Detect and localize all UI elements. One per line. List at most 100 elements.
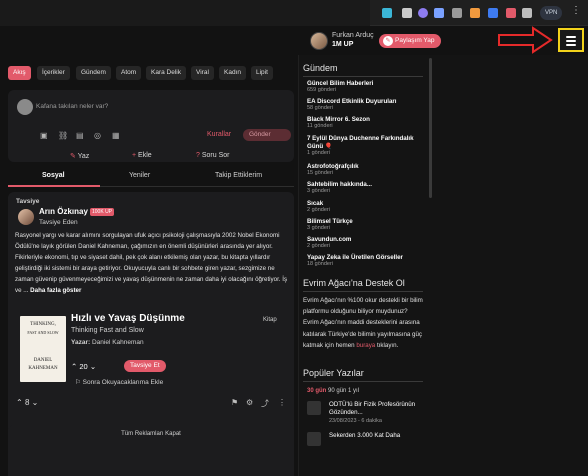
user-avatar[interactable] (310, 32, 328, 50)
ext-red-icon[interactable] (506, 8, 516, 18)
composer-action-write[interactable]: ✎ Yaz (70, 152, 89, 166)
user-points: 1M UP (332, 41, 354, 48)
ext-purple-icon[interactable] (418, 8, 428, 18)
popular-divider (303, 381, 423, 382)
tab-lipit[interactable]: Lipit (251, 66, 273, 80)
book-title[interactable]: Hızlı ve Yavaş Düşünme (71, 313, 185, 324)
composer-action-ask[interactable]: ? Soru Sor (196, 152, 229, 166)
popular-item-text: ODTÜ'lü Bir Fizik Profesörünün Gözünden.… (329, 401, 439, 425)
share-icon[interactable]: ⤴ (261, 398, 269, 409)
tab-viral[interactable]: Viral (191, 66, 214, 80)
ext-blue-icon[interactable] (488, 8, 498, 18)
image-tool-icon[interactable]: ▣ (40, 131, 48, 140)
composer-input[interactable]: Kafana takılan neler var? (36, 103, 108, 110)
gundem-item-count: 2 gönderi (307, 243, 330, 249)
tab-atom[interactable]: Atom (116, 66, 142, 80)
gundem-item[interactable]: Black Mirror 6. Sezon 11 gönderi (307, 116, 370, 129)
gundem-item[interactable]: Sahtebilim hakkında... 3 gönderi (307, 181, 372, 194)
target-tool-icon[interactable]: ◎ (94, 131, 101, 140)
post-author-name[interactable]: Arın Özkınay (39, 207, 88, 216)
gundem-item-title: Bilimsel Türkçe (307, 218, 353, 225)
list-tool-icon[interactable]: ▤ (76, 131, 84, 140)
read-more-link[interactable]: Daha fazla göster (30, 287, 81, 294)
user-name[interactable]: Furkan Arduç (332, 32, 374, 39)
gundem-item[interactable]: Sıcak 2 gönderi (307, 200, 330, 213)
gundem-item-count: 18 gönderi (307, 261, 333, 267)
ext-orange-icon[interactable] (470, 8, 480, 18)
close-all-ads-link[interactable]: Tüm Reklamları Kapat (8, 431, 294, 437)
read-later-label: Sonra Okuyacaklarıma Ekle (82, 379, 164, 386)
ask-label: Soru Sor (201, 152, 230, 159)
feed-tab-takip[interactable]: Takip Ettiklerim (215, 172, 262, 179)
tab-gundem[interactable]: Gündem (76, 66, 111, 80)
popular-item-title: ODTÜ'lü Bir Fizik Profesörünün Gözünden.… (329, 401, 416, 416)
vpn-button[interactable]: VPN (540, 6, 563, 20)
ext-music-icon[interactable] (434, 8, 444, 18)
popular-item-title: Sekerden 3.000 Kat Daha (329, 432, 401, 439)
more-icon[interactable]: ⋮ (278, 398, 286, 407)
gundem-item[interactable]: 7 Eylül Dünya Duchenne Farkındalık Günü … (307, 135, 427, 156)
bookmark-icon: ⚐ (75, 379, 81, 386)
book-author-name[interactable]: Daniel Kahneman (92, 339, 144, 346)
book-cover-title-1: THINKING, (30, 322, 56, 327)
ad-card: Tüm Reklamları Kapat (8, 425, 294, 476)
tab-icerikler[interactable]: İçerikler (37, 66, 70, 80)
feed-tab-yeniler[interactable]: Yeniler (129, 172, 150, 179)
add-label: Ekle (138, 152, 152, 159)
send-button[interactable]: Gönder (243, 129, 291, 141)
gear-icon[interactable]: ⚙ (246, 398, 253, 407)
tab-kara-delik[interactable]: Kara Delik (146, 66, 186, 80)
popular-filter: 30 gün 90 gün 1 yıl (307, 388, 359, 394)
book-cover-title-2: FAST AND SLOW (27, 330, 59, 335)
popular-thumb (307, 401, 321, 415)
read-later-button[interactable]: ⚐ Sonra Okuyacaklarıma Ekle (75, 378, 163, 386)
ext-cyan-icon[interactable] (382, 8, 392, 18)
promo-link[interactable]: buraya (356, 342, 375, 349)
ext-gray-icon[interactable] (452, 8, 462, 18)
post-type-label: Tavsiye (16, 198, 40, 205)
post-body-text: Rasyonel yargı ve karar alımını sorgulay… (15, 232, 288, 294)
post-upvote-icon[interactable]: ⌃ (16, 398, 23, 407)
gundem-item-count: 2 gönderi (307, 207, 330, 213)
gundem-item[interactable]: Bilimsel Türkçe 3 gönderi (307, 218, 353, 231)
share-button[interactable]: ✎ Paylaşım Yap (379, 34, 441, 48)
promo-title: Evrim Ağacı'na Destek Ol (303, 278, 405, 288)
book-author: Yazar: Daniel Kahneman (71, 339, 144, 346)
gundem-item-title: EA Discord Etkinlik Duyuruları (307, 98, 397, 105)
link-tool-icon[interactable]: ⛓ (58, 131, 68, 140)
popular-item[interactable]: Sekerden 3.000 Kat Daha (307, 432, 437, 446)
rules-link[interactable]: Kurallar (207, 131, 231, 138)
ext-shield-icon[interactable] (402, 8, 412, 18)
gundem-item[interactable]: Güncel Bilim Haberleri 659 gönderi (307, 80, 373, 93)
book-vote: ⌃ 20 ⌄ (71, 362, 96, 371)
post-downvote-icon[interactable]: ⌄ (32, 398, 39, 407)
main-feed-column: Akış İçerikler Gündem Atom Kara Delik Vi… (0, 55, 298, 476)
gundem-item[interactable]: Yapay Zeka ile Üretilen Görseller 18 gönd… (307, 254, 403, 267)
tab-akis[interactable]: Akış (8, 66, 31, 80)
tab-kadin[interactable]: Kadın (219, 66, 246, 80)
grid-tool-icon[interactable]: ▦ (112, 131, 120, 140)
gundem-title: Gündem (303, 63, 338, 73)
feed-tab-sosyal[interactable]: Sosyal (42, 172, 65, 179)
book-cover-image[interactable]: THINKING, FAST AND SLOW DANIEL KAHNEMAN (20, 316, 66, 382)
composer-action-add[interactable]: + Ekle (132, 152, 152, 166)
filter-other[interactable]: 90 gün 1 yıl (328, 388, 359, 394)
recommend-button[interactable]: Tavsiye Et (124, 360, 166, 372)
upvote-icon[interactable]: ⌃ (71, 362, 77, 371)
gundem-divider (303, 76, 423, 77)
hamburger-menu-button[interactable] (558, 28, 584, 52)
gundem-item[interactable]: EA Discord Etkinlik Duyuruları 58 gönderi (307, 98, 397, 111)
gundem-item-count: 3 gönderi (307, 225, 330, 231)
post-author-avatar[interactable] (18, 209, 34, 225)
downvote-icon[interactable]: ⌄ (90, 362, 96, 371)
gundem-item[interactable]: Savundun.com 2 gönderi (307, 236, 351, 249)
gundem-item[interactable]: Astrofotoğrafçılık 15 gönderi (307, 163, 359, 176)
browser-menu-icon[interactable]: ⋮ (571, 5, 581, 17)
ext-puzzle-icon[interactable] (522, 8, 532, 18)
flag-icon[interactable]: ⚑ (231, 398, 238, 407)
filter-30-days[interactable]: 30 gün (307, 388, 326, 394)
right-sidebar: Gündem Güncel Bilim Haberleri 659 gönderi… (298, 55, 588, 476)
gundem-item-title: Sıcak (307, 200, 324, 207)
sidebar-scrollbar[interactable] (429, 58, 432, 198)
popular-item[interactable]: ODTÜ'lü Bir Fizik Profesörünün Gözünden.… (307, 401, 437, 427)
